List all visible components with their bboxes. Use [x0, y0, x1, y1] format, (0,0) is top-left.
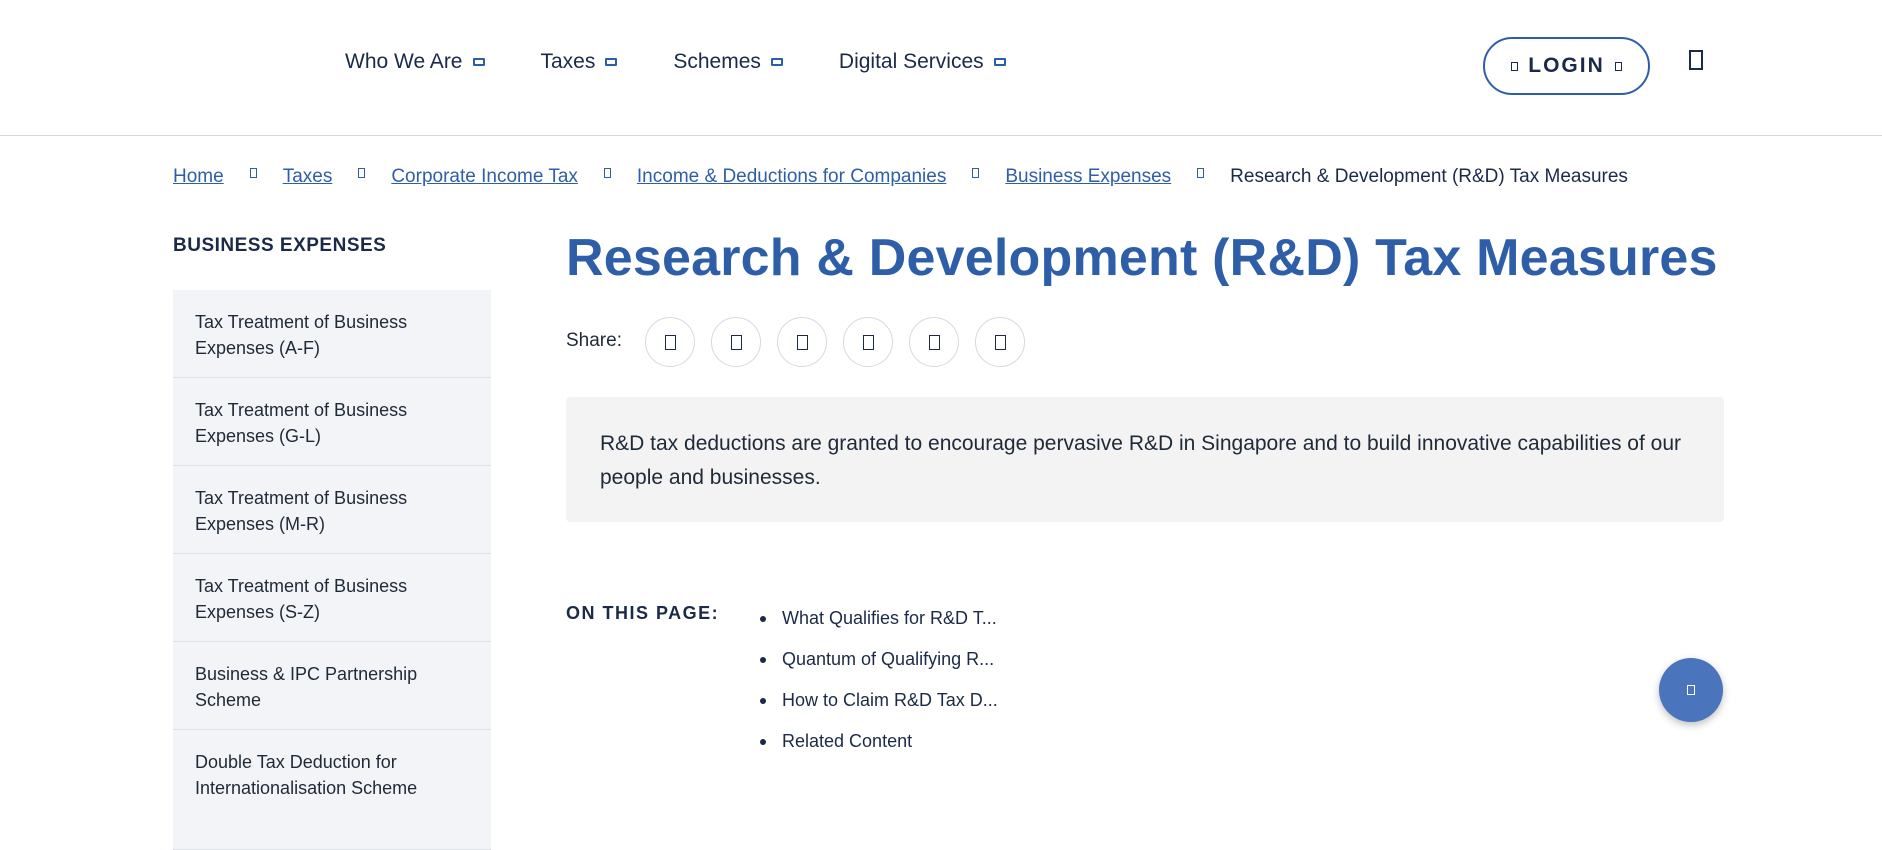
share-facebook-button[interactable] [645, 317, 695, 367]
share-email-button[interactable] [909, 317, 959, 367]
share-x-button[interactable] [777, 317, 827, 367]
login-label: LOGIN [1528, 54, 1605, 77]
breadcrumb: Home Taxes Corporate Income Tax Income &… [173, 166, 1628, 188]
toc-item-related-content[interactable]: Related Content [760, 721, 998, 762]
x-icon [796, 334, 808, 350]
breadcrumb-current: Research & Development (R&D) Tax Measure… [1230, 166, 1628, 187]
toc-item-label: Quantum of Qualifying R... [782, 649, 995, 669]
toc-item-label: How to Claim R&D Tax D... [782, 690, 998, 710]
bullet-icon [760, 738, 766, 745]
nav-label: Digital Services [838, 50, 984, 73]
nav-label: Taxes [540, 50, 596, 73]
toc-item-quantum[interactable]: Quantum of Qualifying R... [760, 639, 998, 680]
whatsapp-icon [862, 334, 874, 350]
sidebar-item-a-f[interactable]: Tax Treatment of Business Expenses (A-F) [173, 290, 491, 378]
breadcrumb-taxes[interactable]: Taxes [283, 166, 333, 188]
back-to-top-button[interactable] [1659, 658, 1723, 722]
share-whatsapp-button[interactable] [843, 317, 893, 367]
facebook-icon [664, 334, 676, 350]
chevron-right-icon [1197, 168, 1205, 178]
breadcrumb-home[interactable]: Home [173, 166, 224, 188]
sidebar-heading: BUSINESS EXPENSES [173, 235, 387, 256]
nav-label: Who We Are [345, 50, 463, 73]
chevron-down-icon [472, 58, 485, 66]
nav-who-we-are[interactable]: Who We Are [345, 50, 485, 74]
print-icon [994, 334, 1006, 350]
share-label: Share: [566, 330, 622, 351]
bullet-icon [760, 697, 766, 704]
sidebar-item-double-tax-deduction[interactable]: Double Tax Deduction for Internationalis… [173, 730, 491, 850]
lock-icon [1511, 61, 1519, 71]
sidebar-item-business-ipc[interactable]: Business & IPC Partnership Scheme [173, 642, 491, 730]
intro-box: R&D tax deductions are granted to encour… [566, 397, 1724, 522]
nav-taxes[interactable]: Taxes [541, 50, 618, 74]
toc-item-what-qualifies[interactable]: What Qualifies for R&D T... [760, 598, 998, 639]
breadcrumb-income-deductions[interactable]: Income & Deductions for Companies [637, 166, 946, 188]
chevron-right-icon [358, 168, 366, 178]
sidebar-item-m-r[interactable]: Tax Treatment of Business Expenses (M-R) [173, 466, 491, 554]
sidebar-item-g-l[interactable]: Tax Treatment of Business Expenses (G-L) [173, 378, 491, 466]
toc-item-label: What Qualifies for R&D T... [782, 608, 997, 628]
share-bar [645, 317, 1025, 367]
toc-list: What Qualifies for R&D T... Quantum of Q… [760, 598, 998, 762]
chevron-right-icon [249, 168, 257, 178]
page-title: Research & Development (R&D) Tax Measure… [566, 229, 1718, 287]
arrow-up-icon [1687, 685, 1695, 695]
chevron-down-icon [770, 58, 783, 66]
toc-label: ON THIS PAGE: [566, 603, 720, 623]
nav-schemes[interactable]: Schemes [673, 50, 783, 74]
nav-digital-services[interactable]: Digital Services [839, 50, 1006, 74]
chevron-right-icon [603, 168, 611, 178]
chevron-right-icon [972, 168, 980, 178]
sidebar-item-s-z[interactable]: Tax Treatment of Business Expenses (S-Z) [173, 554, 491, 642]
toc-item-label: Related Content [782, 731, 913, 751]
main-nav: Who We Are Taxes Schemes Digital Service… [345, 50, 1006, 74]
site-header: Who We Are Taxes Schemes Digital Service… [0, 0, 1882, 136]
breadcrumb-business-expenses[interactable]: Business Expenses [1005, 166, 1171, 188]
chevron-down-icon [605, 58, 618, 66]
breadcrumb-corporate-income-tax[interactable]: Corporate Income Tax [391, 166, 578, 188]
chevron-down-icon [1614, 61, 1622, 71]
email-icon [928, 334, 940, 350]
bullet-icon [760, 656, 766, 663]
share-print-button[interactable] [975, 317, 1025, 367]
chevron-down-icon [993, 58, 1006, 66]
share-linkedin-button[interactable] [711, 317, 761, 367]
sidebar-menu: Tax Treatment of Business Expenses (A-F)… [173, 290, 491, 850]
toc-item-how-to-claim[interactable]: How to Claim R&D Tax D... [760, 680, 998, 721]
linkedin-icon [730, 334, 742, 350]
login-button[interactable]: LOGIN [1483, 37, 1650, 95]
search-icon[interactable] [1689, 50, 1703, 70]
bullet-icon [760, 615, 766, 622]
nav-label: Schemes [673, 50, 761, 73]
